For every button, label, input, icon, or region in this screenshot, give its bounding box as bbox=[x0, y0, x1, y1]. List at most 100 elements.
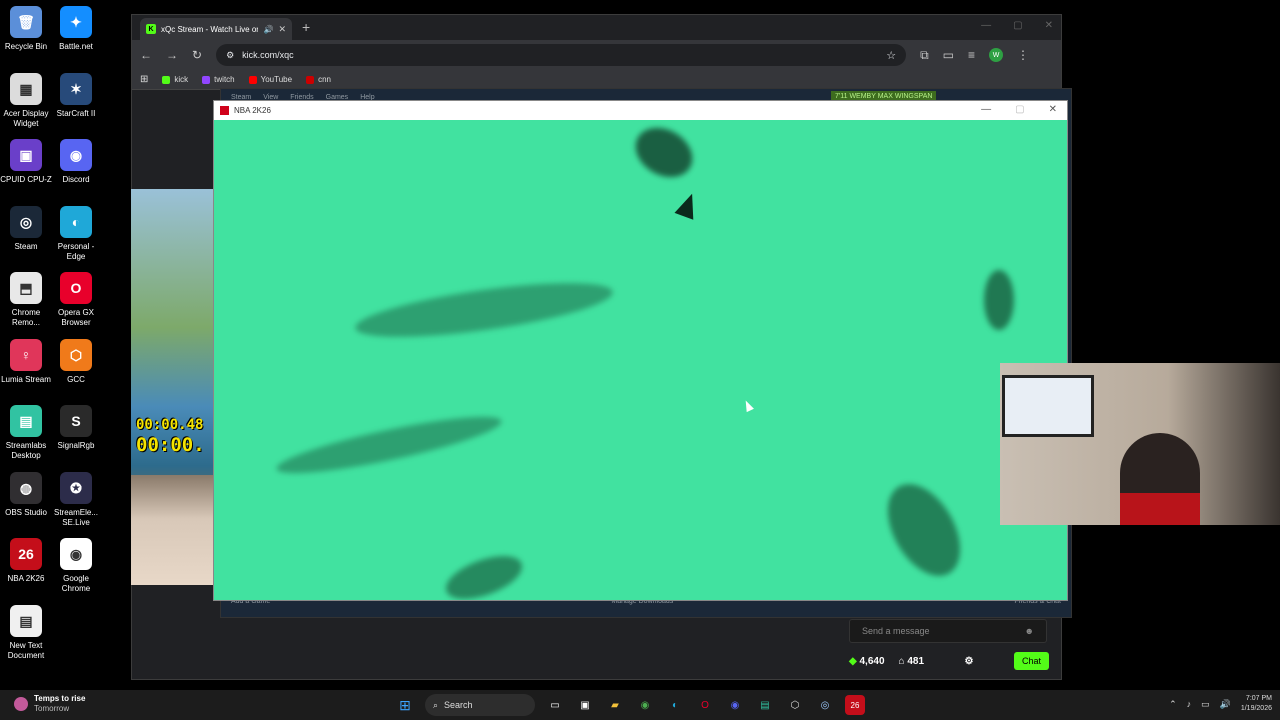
desktop-icon-discord[interactable]: ◉ Discord bbox=[50, 139, 102, 185]
opera-taskbar-icon[interactable]: O bbox=[695, 695, 715, 715]
discord-taskbar-icon[interactable]: ◉ bbox=[725, 695, 745, 715]
desktop-icon-cpuid-cpu-z[interactable]: ▣ CPUID CPU-Z bbox=[0, 139, 52, 185]
streamlabs-desktop-icon: ▤ bbox=[10, 405, 42, 437]
chrome-taskbar-icon[interactable]: ◉ bbox=[635, 695, 655, 715]
start-icon[interactable]: ⊞ bbox=[395, 695, 415, 715]
widgets-icon[interactable]: ▣ bbox=[575, 695, 595, 715]
desktop-icon-recycle-bin[interactable]: 🗑 Recycle Bin bbox=[0, 6, 52, 52]
nba-maximize-icon[interactable]: ▢ bbox=[1015, 104, 1024, 115]
desktop-icon-streamlabs-desktop[interactable]: ▤ Streamlabs Desktop bbox=[0, 405, 52, 461]
bookmark-youtube[interactable]: YouTube bbox=[248, 75, 292, 84]
desktop-icon-new-text-document[interactable]: ▤ New Text Document bbox=[0, 604, 52, 661]
taskbar-search[interactable]: ⌕ Search bbox=[425, 694, 535, 716]
steam-taskbar-icon[interactable]: ◎ bbox=[815, 695, 835, 715]
search-icon: ⌕ bbox=[433, 699, 439, 710]
speaker-icon[interactable]: 🔊 bbox=[263, 25, 273, 34]
taskbar-apps: ⊞ ⌕ Search ▭ ▣ ▰ ◉ ◐ O ◉ ▤ ⬡ ◎ 26 bbox=[395, 694, 865, 716]
desktop-icon-streamele-se-live[interactable]: ✪ StreamEle... SE.Live bbox=[50, 471, 102, 528]
desktop-icon-acer-display-widget[interactable]: ▦ Acer Display Widget bbox=[0, 72, 52, 129]
streamele-se-live-icon: ✪ bbox=[60, 471, 92, 504]
starcraft-ii-icon: ✶ bbox=[60, 72, 92, 105]
system-tray: ⌃ ♪ ▭ 🔊 7:07 PM 1/19/2026 bbox=[1169, 694, 1272, 714]
new-text-document-icon: ▤ bbox=[10, 604, 42, 637]
address-bar[interactable]: ⚙ kick.com/xqc ☆ bbox=[216, 44, 907, 66]
desktop-icon-label: New Text Document bbox=[7, 640, 45, 660]
search-label: Search bbox=[444, 700, 473, 710]
chat-message-input[interactable]: Send a message ☻ bbox=[849, 619, 1047, 643]
minimize-icon[interactable]: — bbox=[981, 20, 991, 31]
lumia-stream-icon: ♀ bbox=[10, 338, 42, 371]
microphone-icon[interactable]: ♪ bbox=[1187, 699, 1192, 709]
google-chrome-icon: ◉ bbox=[60, 538, 92, 570]
nba2k-taskbar-icon[interactable]: 26 bbox=[845, 695, 865, 715]
bookmark-twitch[interactable]: twitch bbox=[202, 75, 235, 84]
desktop-icon-google-chrome[interactable]: ◉ Google Chrome bbox=[50, 538, 102, 594]
desktop-icon-personal-edge[interactable]: ◐ Personal - Edge bbox=[50, 205, 102, 262]
desktop-icon-signalrgb[interactable]: S SignalRgb bbox=[50, 405, 102, 451]
battle-net-icon: ✦ bbox=[60, 6, 92, 38]
menu-icon[interactable]: ⋮ bbox=[1017, 48, 1029, 62]
network-icon[interactable]: ▭ bbox=[1201, 699, 1210, 710]
clock[interactable]: 7:07 PM 1/19/2026 bbox=[1241, 694, 1272, 714]
gift-count[interactable]: ⌂ 481 bbox=[899, 656, 925, 667]
steam-icon: ◎ bbox=[10, 205, 42, 238]
emote-icon[interactable]: ☻ bbox=[1025, 626, 1034, 636]
channel-points[interactable]: ◆ 4,640 bbox=[849, 656, 885, 667]
chat-settings-icon[interactable]: ⚙ bbox=[965, 656, 974, 667]
desktop-icon-label: StarCraft II bbox=[56, 108, 96, 118]
desktop-icon-label: Recycle Bin bbox=[4, 42, 48, 51]
media-icon[interactable]: ≡ bbox=[968, 48, 975, 62]
streamer-facecam bbox=[131, 475, 213, 585]
chrome-remo-icon: ⬒ bbox=[10, 272, 42, 304]
nba-minimize-icon[interactable]: — bbox=[981, 104, 991, 115]
desktop-icon-chrome-remo[interactable]: ⬒ Chrome Remo... bbox=[0, 272, 52, 328]
forward-icon[interactable]: → bbox=[166, 48, 178, 62]
cast-icon[interactable]: ▭ bbox=[943, 48, 954, 62]
extensions-icon[interactable]: ⧉ bbox=[920, 48, 929, 63]
desktop-icon-opera-gx-browser[interactable]: O Opera GX Browser bbox=[50, 272, 102, 328]
chat-actions: ◆ 4,640 ⌂ 481 ⚙ Chat bbox=[849, 650, 1049, 672]
weather-line2: Tomorrow bbox=[34, 704, 70, 713]
back-icon[interactable]: ← bbox=[140, 48, 152, 62]
desktop-icon-lumia-stream[interactable]: ♀ Lumia Stream bbox=[0, 338, 52, 385]
desktop-icon-label: SignalRgb bbox=[57, 441, 95, 450]
nba-title-bar: NBA 2K26 bbox=[214, 101, 1067, 120]
file-explorer-icon[interactable]: ▰ bbox=[605, 695, 625, 715]
edge-taskbar-icon[interactable]: ◐ bbox=[665, 695, 685, 715]
game-viewport[interactable] bbox=[214, 120, 1067, 600]
reload-icon[interactable]: ↻ bbox=[192, 48, 202, 62]
bookmark-star-icon[interactable]: ☆ bbox=[886, 49, 896, 62]
bookmark-cnn[interactable]: cnn bbox=[306, 75, 331, 84]
site-info-icon[interactable]: ⚙ bbox=[226, 50, 234, 61]
desktop-icon-label: Acer Display Widget bbox=[3, 108, 49, 128]
desktop-icon-label: CPUID CPU-Z bbox=[0, 175, 52, 184]
maximize-icon[interactable]: ▢ bbox=[1013, 20, 1022, 31]
gcc-taskbar-icon[interactable]: ⬡ bbox=[785, 695, 805, 715]
close-window-icon[interactable]: ✕ bbox=[1045, 20, 1053, 31]
bookmark-kick[interactable]: kick bbox=[162, 75, 188, 84]
desktop-icon-battle-net[interactable]: ✦ Battle.net bbox=[50, 6, 102, 52]
desktop-icon-label: Lumia Stream bbox=[1, 374, 51, 384]
chat-send-button[interactable]: Chat bbox=[1013, 652, 1049, 670]
desktop-icon-label: Opera GX Browser bbox=[57, 308, 94, 327]
new-tab-button[interactable]: + bbox=[302, 19, 310, 35]
desktop-icon-starcraft-ii[interactable]: ✶ StarCraft II bbox=[50, 72, 102, 119]
desktop-icon-label: Discord bbox=[62, 175, 90, 184]
nba-close-icon[interactable]: ✕ bbox=[1049, 104, 1057, 115]
weather-widget[interactable]: Temps to rise Tomorrow bbox=[14, 694, 85, 714]
desktop-icon-obs-studio[interactable]: ◍ OBS Studio bbox=[0, 471, 52, 518]
desktop-icon-gcc[interactable]: ⬡ GCC bbox=[50, 338, 102, 385]
desktop-icon-steam[interactable]: ◎ Steam bbox=[0, 205, 52, 252]
desktop-icon-nba-2k26[interactable]: 26 NBA 2K26 bbox=[0, 538, 52, 584]
desktop: 🗑 Recycle Bin ✦ Battle.net ▦ Acer Display Wid… bbox=[0, 0, 1280, 690]
bookmarks-bar: ⊞ kick twitch YouTube cnn bbox=[132, 70, 1061, 90]
streamlabs-taskbar-icon[interactable]: ▤ bbox=[755, 695, 775, 715]
tab-xqc-stream[interactable]: K xQc Stream - Watch Live on 🔊 ✕ bbox=[140, 18, 292, 40]
tray-chevron-icon[interactable]: ⌃ bbox=[1169, 699, 1177, 710]
volume-icon[interactable]: 🔊 bbox=[1220, 699, 1231, 710]
personal-edge-icon: ◐ bbox=[60, 205, 92, 238]
task-view-icon[interactable]: ▭ bbox=[545, 695, 565, 715]
profile-avatar[interactable]: W bbox=[989, 48, 1003, 62]
close-tab-icon[interactable]: ✕ bbox=[278, 24, 286, 35]
apps-icon[interactable]: ⊞ bbox=[140, 74, 148, 85]
